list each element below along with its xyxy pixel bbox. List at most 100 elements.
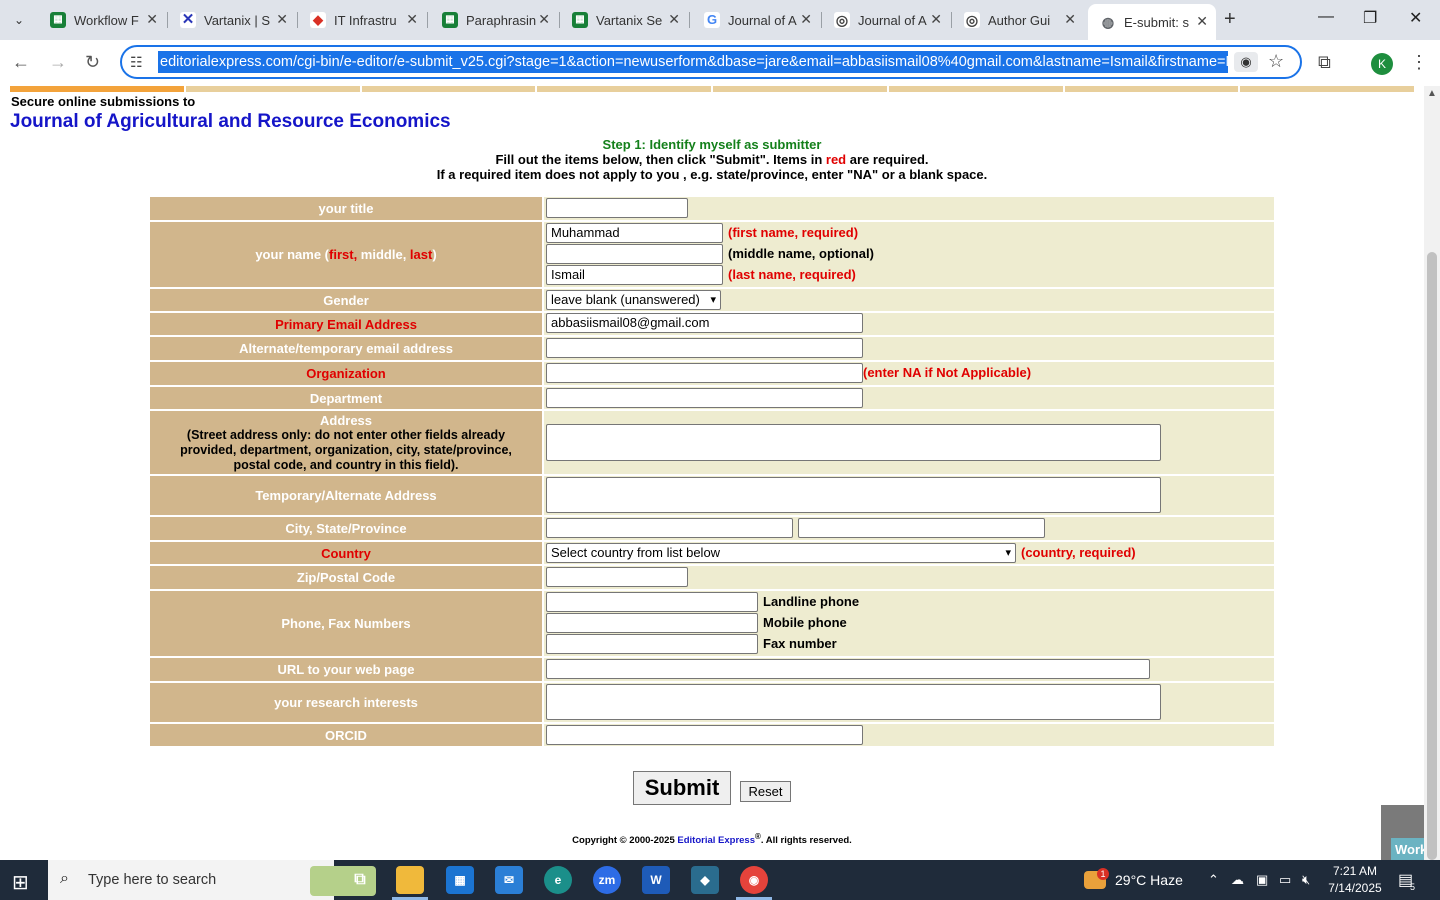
nav-bar-segment[interactable] [10,86,184,92]
address-bar[interactable]: ☷ editorialexpress.com/cgi-bin/e-editor/… [120,45,1302,79]
nav-bar-segment[interactable] [185,86,360,92]
alt-email-input[interactable] [546,338,863,358]
file-explorer-icon[interactable] [396,866,424,894]
zip-input[interactable] [546,567,688,587]
working-label: Working [1391,838,1424,860]
temp-address-value-cell [544,476,1274,515]
app-icon[interactable]: ◆ [691,866,719,894]
tab-vartanix-se[interactable]: ▦ Vartanix Se ✕ [560,6,688,34]
tab-title: E-submit: s [1124,14,1190,30]
country-select[interactable]: Select country from list below ▾ [546,543,1016,563]
department-input[interactable] [546,388,863,408]
page-scrollbar[interactable]: ▲ [1424,86,1440,860]
tab-e-submit[interactable]: ◍ E-submit: s ✕ [1088,4,1216,40]
landline-input[interactable] [546,592,758,612]
url-text[interactable]: editorialexpress.com/cgi-bin/e-editor/e-… [158,51,1228,73]
submit-button[interactable]: Submit [633,771,731,805]
windows-start-icon[interactable]: ⊞ [12,870,29,895]
state-province-input[interactable] [798,518,1045,538]
taskbar-search-box[interactable]: ⌕ Type here to search [48,860,376,900]
reload-icon[interactable]: ↻ [85,52,100,73]
tab-search-chevron-icon[interactable]: ⌄ [6,8,32,32]
nav-bar-strip [10,86,1416,92]
tab-author-guidelines[interactable]: ◎ Author Gui ✕ [952,6,1084,34]
city-input[interactable] [546,518,793,538]
tab-workflow[interactable]: ▦ Workflow F ✕ [38,6,166,34]
close-tab-icon[interactable]: ✕ [146,11,158,28]
close-tab-icon[interactable]: ✕ [1196,13,1208,30]
task-view-icon[interactable]: ⧉ [346,866,374,894]
name-label-part: your name ( [255,247,330,262]
close-tab-icon[interactable]: ✕ [406,11,418,28]
tab-it-infrastructure[interactable]: ◆ IT Infrastru ✕ [298,6,426,34]
temp-address-textarea[interactable] [546,477,1161,513]
nav-bar-segment[interactable] [537,86,711,92]
webpage-url-input[interactable] [546,659,1150,679]
weather-text[interactable]: 29°C Haze [1115,872,1183,888]
working-widget[interactable]: Working [1381,805,1424,860]
lens-icon[interactable]: ◉ [1234,52,1258,72]
close-window-icon[interactable]: ✕ [1409,8,1422,28]
fax-input[interactable] [546,634,758,654]
gender-select[interactable]: leave blank (unanswered) ▾ [546,290,721,310]
journal-title: Journal of Agricultural and Resource Eco… [10,111,451,132]
extensions-puzzle-icon[interactable]: ⧉ [1318,52,1331,73]
onedrive-icon[interactable]: ☁ [1231,872,1244,888]
edge-icon[interactable]: e [544,866,572,894]
taskbar-clock[interactable]: 7:21 AM 7/14/2025 [1322,863,1388,897]
tab-vartanix-s[interactable]: ✕ Vartanix | S ✕ [168,6,296,34]
site-info-icon[interactable]: ☷ [130,54,143,71]
name-label-text: your name (first, middle, last) [255,247,436,262]
chrome-icon[interactable]: ◉ [740,866,768,894]
tray-chevron-up-icon[interactable]: ⌃ [1208,872,1219,888]
editorial-express-link[interactable]: Editorial Express [677,835,755,846]
organization-input[interactable] [546,363,863,383]
close-tab-icon[interactable]: ✕ [276,11,288,28]
nav-bar-segment[interactable] [361,86,536,92]
back-arrow-icon[interactable]: ← [12,52,30,73]
nav-bar-segment[interactable] [1064,86,1239,92]
nav-bar-segment[interactable] [713,86,887,92]
name-label-last: last [409,247,433,262]
title-input[interactable] [546,198,688,218]
nav-bar-segment[interactable] [1240,86,1414,92]
copyright-text: Copyright © 2000-2025 Editorial Express®… [0,832,1424,846]
orcid-value-cell [544,724,1274,746]
close-tab-icon[interactable]: ✕ [538,11,550,28]
last-name-input[interactable]: Ismail [546,265,723,285]
close-tab-icon[interactable]: ✕ [668,11,680,28]
email-input[interactable]: abbasiismail08@gmail.com [546,313,863,333]
middle-name-input[interactable] [546,244,723,264]
chevron-down-icon: ▾ [710,294,716,306]
research-textarea[interactable] [546,684,1161,720]
minimize-icon[interactable]: — [1318,8,1334,26]
mobile-input[interactable] [546,613,758,633]
tray-app-icon[interactable]: ▣ [1256,872,1268,888]
store-icon[interactable]: ▦ [446,866,474,894]
address-textarea[interactable] [546,424,1161,461]
clock-time: 7:21 AM [1332,864,1378,878]
volume-mute-icon[interactable]: 🔇︎ [1302,872,1310,888]
forward-arrow-icon[interactable]: → [49,52,67,73]
mail-icon[interactable]: ✉ [495,866,523,894]
scrollbar-thumb[interactable] [1427,252,1437,860]
word-icon[interactable]: W [642,866,670,894]
tab-journal-site[interactable]: ◎ Journal of A ✕ [822,6,950,34]
menu-kebab-icon[interactable]: ⋮ [1410,52,1428,73]
close-tab-icon[interactable]: ✕ [800,11,812,28]
tab-journal-google[interactable]: G Journal of A ✕ [692,6,820,34]
new-tab-plus-icon[interactable]: + [1224,8,1236,31]
bookmark-star-icon[interactable]: ☆ [1268,51,1284,72]
zoom-icon[interactable]: zm [593,866,621,894]
scroll-up-arrow-icon[interactable]: ▲ [1427,88,1437,99]
restore-icon[interactable]: ❐ [1363,8,1377,28]
close-tab-icon[interactable]: ✕ [1064,11,1076,28]
tab-paraphrasing[interactable]: ▦ Paraphrasin ✕ [430,6,558,34]
nav-bar-segment[interactable] [888,86,1063,92]
orcid-input[interactable] [546,725,863,745]
first-name-input[interactable]: Muhammad [546,223,723,243]
close-tab-icon[interactable]: ✕ [930,11,942,28]
reset-button[interactable]: Reset [740,781,791,802]
network-icon[interactable]: ▭ [1279,872,1291,888]
profile-avatar[interactable]: K [1371,53,1393,75]
